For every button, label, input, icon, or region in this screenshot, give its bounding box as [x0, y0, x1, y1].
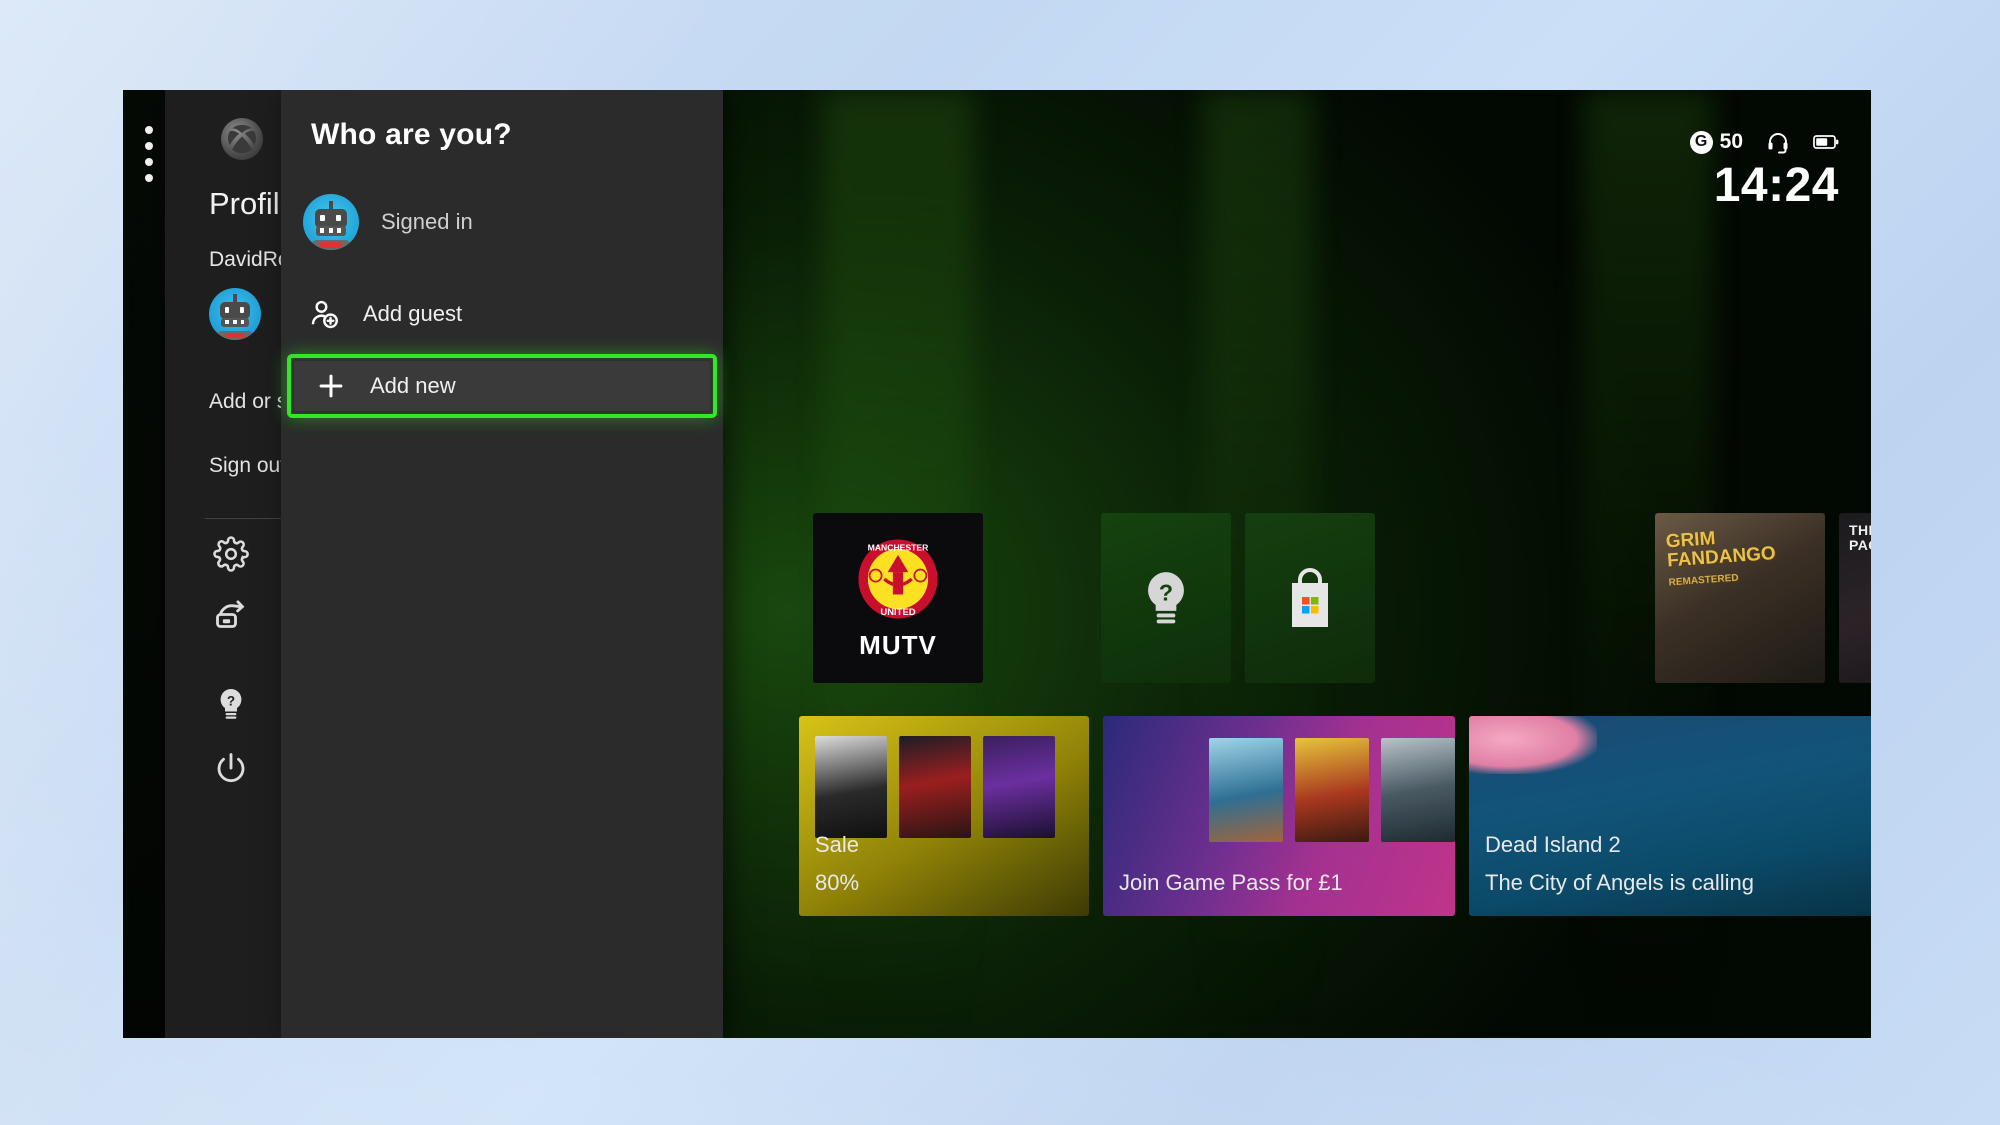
- add-new-option[interactable]: Add new: [294, 361, 710, 411]
- tips-bulb-icon[interactable]: ?: [213, 686, 249, 722]
- bottom-tile-row: Sale 80% Join Game Pass for £1 Dead Isla…: [799, 716, 1871, 916]
- sale-tile-line2: 80%: [815, 870, 860, 895]
- battery-icon: [1813, 130, 1839, 154]
- robot-avatar: [209, 288, 261, 340]
- who-are-you-flyout: Who are you? Signed in Add guest Add new: [281, 90, 723, 1038]
- svg-text:?: ?: [227, 694, 235, 709]
- svg-text:MANCHESTER: MANCHESTER: [868, 542, 929, 552]
- xbox-logo-icon: [221, 118, 263, 160]
- microsoft-store-icon: [1278, 567, 1342, 629]
- console-screenshot: G 50 14:24 MANCHESTER UNITED MUTV ? GRIM…: [123, 90, 1871, 1038]
- top-tile-row: MANCHESTER UNITED MUTV ? GRIM FANDANGO R…: [813, 513, 1871, 683]
- store-tile[interactable]: [1245, 513, 1375, 683]
- guide-avatar[interactable]: [209, 288, 261, 340]
- capture-icon[interactable]: [213, 598, 249, 634]
- game-pass-tile-line1: Join Game Pass for £1: [1119, 870, 1343, 895]
- gamerscore: G 50: [1689, 130, 1743, 154]
- manchester-united-crest: MANCHESTER UNITED: [855, 536, 941, 622]
- grim-tile-title: GRIM FANDANGO REMASTERED: [1665, 528, 1777, 589]
- add-guest-option[interactable]: Add guest: [287, 288, 717, 340]
- dead-island-splash-art: [1469, 716, 1597, 774]
- tips-bulb-icon: ?: [1135, 567, 1197, 629]
- add-new-focus-ring: Add new: [287, 354, 717, 418]
- tips-tile[interactable]: ?: [1101, 513, 1231, 683]
- power-icon[interactable]: [213, 750, 249, 786]
- svg-text:?: ?: [1159, 580, 1173, 606]
- status-hud: G 50 14:24: [1689, 130, 1839, 212]
- sale-pack-strip: [815, 736, 1055, 838]
- signed-in-account-row[interactable]: Signed in: [303, 194, 723, 250]
- gear-icon[interactable]: [213, 536, 249, 572]
- game-pass-tile[interactable]: Join Game Pass for £1: [1103, 716, 1455, 916]
- add-new-label: Add new: [370, 373, 456, 398]
- pack-art: [983, 736, 1055, 838]
- guide-item-sign-out[interactable]: Sign out: [209, 454, 286, 478]
- pack-art: [1209, 738, 1283, 842]
- add-guest-label: Add guest: [363, 301, 463, 326]
- dead-island-tile-line2: The City of Angels is calling: [1485, 870, 1755, 895]
- status-hud-row: G 50: [1689, 130, 1839, 154]
- game-pass-pack-strip: [1209, 738, 1455, 842]
- account-status-label: Signed in: [381, 209, 473, 234]
- tile-gap: [1389, 513, 1641, 683]
- tile-gap: [997, 513, 1087, 683]
- pack-art: [815, 736, 887, 838]
- clock: 14:24: [1713, 159, 1839, 212]
- dead-island-tile-line1: Dead Island 2: [1485, 832, 1621, 857]
- gamerscore-value: 50: [1719, 130, 1743, 153]
- add-guest-icon: [307, 297, 341, 331]
- flyout-title: Who are you?: [311, 118, 512, 151]
- jackbox-tile[interactable]: THE JACKBOX PARTY PACK 4: [1839, 513, 1871, 683]
- dead-island-tile[interactable]: Dead Island 2 The City of Angels is call…: [1469, 716, 1871, 916]
- robot-avatar: [303, 194, 359, 250]
- mutv-tile[interactable]: MANCHESTER UNITED MUTV: [813, 513, 983, 683]
- pack-art: [1381, 738, 1455, 842]
- headset-icon: [1765, 130, 1791, 154]
- jackbox-tile-title: THE JACKBOX PARTY PACK 4: [1849, 522, 1871, 553]
- mutv-tile-label: MUTV: [859, 629, 937, 660]
- pack-art: [1295, 738, 1369, 842]
- sale-tile[interactable]: Sale 80%: [799, 716, 1089, 916]
- plus-icon: [314, 369, 348, 403]
- gamerscore-badge-icon: G: [1689, 130, 1713, 154]
- grim-tile[interactable]: GRIM FANDANGO REMASTERED: [1655, 513, 1825, 683]
- svg-text:UNITED: UNITED: [880, 607, 915, 618]
- pack-art: [899, 736, 971, 838]
- sale-tile-line1: Sale: [815, 832, 860, 857]
- account-avatar: [303, 194, 359, 250]
